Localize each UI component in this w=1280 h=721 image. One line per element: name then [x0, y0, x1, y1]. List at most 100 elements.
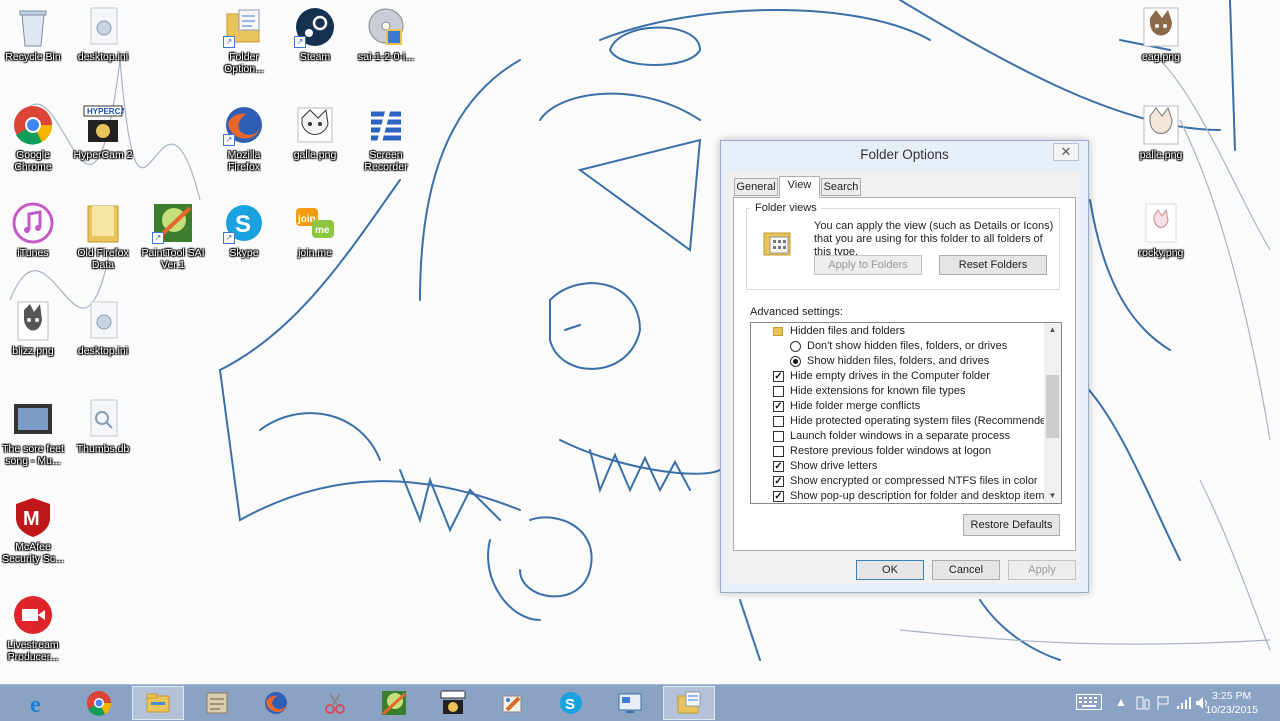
scrollbar-thumb[interactable] — [1046, 375, 1059, 438]
desktop-icon-thumbs-db[interactable]: Thumbs.db — [66, 394, 140, 455]
restore-defaults-button[interactable]: Restore Defaults — [963, 514, 1060, 536]
apply-button[interactable]: Apply — [1008, 560, 1076, 580]
taskbar-paint[interactable] — [486, 686, 538, 720]
close-icon[interactable]: ✕ — [1053, 143, 1079, 161]
taskbar-control-panel[interactable] — [191, 686, 243, 720]
scroll-down-icon[interactable]: ▼ — [1044, 489, 1061, 503]
desktop-icon-desktop-ini-2[interactable]: desktop.ini — [66, 296, 140, 357]
apply-to-folders-button[interactable]: Apply to Folders — [814, 255, 922, 275]
radio-show-hidden[interactable]: Show hidden files, folders, and drives — [790, 354, 989, 369]
mcafee-icon: M — [12, 496, 54, 538]
checkbox-hide-extensions[interactable]: Hide extensions for known file types — [773, 384, 965, 399]
taskbar-file-explorer[interactable] — [132, 686, 184, 720]
settings-file-icon — [82, 300, 124, 342]
checkbox-hide-empty-drives[interactable]: ✓ Hide empty drives in the Computer folde… — [773, 369, 990, 384]
taskbar-skype[interactable]: S — [545, 686, 597, 720]
svg-text:me: me — [315, 225, 330, 236]
reset-folders-button[interactable]: Reset Folders — [939, 255, 1047, 275]
itunes-icon — [12, 202, 54, 244]
cancel-button[interactable]: Cancel — [932, 560, 1000, 580]
image-file-icon — [1140, 202, 1182, 244]
checkbox[interactable]: ✓ — [773, 461, 784, 472]
keyboard-icon[interactable] — [1076, 694, 1102, 713]
checkbox-hide-protected-files[interactable]: Hide protected operating system files (R… — [773, 414, 1056, 429]
desktop-icon-blizz-png[interactable]: blizz.png — [0, 296, 70, 357]
ok-button[interactable]: OK — [856, 560, 924, 580]
folder-options-icon — [677, 691, 701, 714]
taskbar-folder-options[interactable] — [663, 686, 715, 720]
vertical-scrollbar[interactable]: ▲ ▼ — [1044, 323, 1061, 503]
desktop-icon-sai-installer[interactable]: sai-1-2-0-i... — [349, 2, 423, 63]
desktop-icon-skype[interactable]: S ↗ Skype — [207, 198, 281, 259]
network-device-icon[interactable] — [1135, 695, 1151, 714]
checkbox[interactable]: ✓ — [773, 401, 784, 412]
desktop-icon-painttool-sai[interactable]: ↗ PaintTool SAI Ver.1 — [136, 198, 210, 271]
list-item: Hidden files and folders — [773, 324, 905, 339]
taskbar-chrome[interactable] — [73, 686, 125, 720]
system-clock[interactable]: 3:25 PM 10/23/2015 — [1205, 689, 1258, 717]
image-file-icon — [1140, 6, 1182, 48]
skype-icon: S — [560, 692, 582, 714]
desktop-icon-palle-png[interactable]: palle.png — [1124, 100, 1198, 161]
desktop-icon-sore-feet-song[interactable]: The sore feet song - Mu... — [0, 394, 70, 467]
desktop-icon-screen-recorder[interactable]: Screen Recorder — [349, 100, 423, 173]
image-file-icon — [12, 300, 54, 342]
firefox-icon: ↗ — [223, 104, 265, 146]
settings-file-icon — [82, 6, 124, 48]
view-tab-pane: Folder views You can apply the view (suc… — [733, 197, 1076, 551]
desktop-icon-galle-png[interactable]: galle.png — [278, 100, 352, 161]
desktop-icon-join-me[interactable]: join me join.me — [278, 198, 352, 259]
chrome-icon — [87, 691, 112, 716]
checkbox[interactable] — [773, 446, 784, 457]
chevron-up-icon[interactable]: ▲ — [1115, 695, 1127, 709]
radio-dont-show-hidden[interactable]: Don't show hidden files, folders, or dri… — [790, 339, 1007, 354]
checkbox-separate-process[interactable]: Launch folder windows in a separate proc… — [773, 429, 1010, 444]
flag-icon[interactable] — [1156, 695, 1170, 714]
folder-icon — [773, 327, 783, 336]
radio-button[interactable] — [790, 341, 801, 352]
checkbox[interactable]: ✓ — [773, 371, 784, 382]
desktop-icon-recycle-bin[interactable]: Recycle Bin — [0, 2, 70, 63]
checkbox-show-drive-letters[interactable]: ✓ Show drive letters — [773, 459, 877, 474]
checkbox[interactable] — [773, 386, 784, 397]
svg-text:HYPERCAM: HYPERCAM — [87, 107, 124, 116]
desktop-icon-livestream-producer[interactable]: Livestream Producer... — [0, 590, 70, 663]
checkbox-restore-windows[interactable]: Restore previous folder windows at logon — [773, 444, 991, 459]
clock-date: 10/23/2015 — [1205, 704, 1258, 716]
desktop-icon-itunes[interactable]: iTunes — [0, 198, 70, 259]
desktop-icon-mozilla-firefox[interactable]: ↗ Mozilla Firefox — [207, 100, 281, 173]
tab-view[interactable]: View — [779, 176, 820, 198]
checkbox[interactable]: ✓ — [773, 476, 784, 487]
checkbox[interactable]: ✓ — [773, 491, 784, 502]
desktop-icon-folder-options[interactable]: ↗ Folder Option... — [207, 2, 281, 75]
tab-general[interactable]: General — [734, 178, 778, 196]
scroll-up-icon[interactable]: ▲ — [1044, 323, 1061, 337]
taskbar-snipping-tool[interactable] — [309, 686, 361, 720]
desktop-icon-old-firefox-data[interactable]: Old Firefox Data — [66, 198, 140, 271]
advanced-settings-list[interactable]: Hidden files and folders Don't show hidd… — [750, 322, 1062, 504]
checkbox-ntfs-color[interactable]: ✓ Show encrypted or compressed NTFS files… — [773, 474, 1038, 489]
taskbar-painttool-sai[interactable] — [368, 686, 420, 720]
tab-search[interactable]: Search — [821, 178, 861, 196]
dialog-title: Folder Options — [860, 147, 949, 162]
desktop-icon-hypercam[interactable]: HYPERCAM HyperCam 2 — [66, 100, 140, 161]
desktop-icon-rocky-png[interactable]: rocky.png — [1124, 198, 1198, 259]
signal-icon[interactable] — [1176, 695, 1192, 714]
folder-views-icon — [763, 229, 793, 257]
taskbar-screen-recorder[interactable] — [604, 686, 656, 720]
desktop-icon-mcafee[interactable]: M McAfee Security Sc... — [0, 492, 70, 565]
taskbar-hypercam[interactable] — [427, 686, 479, 720]
desktop-icon-desktop-ini[interactable]: desktop.ini — [66, 2, 140, 63]
checkbox[interactable] — [773, 416, 784, 427]
desktop-icon-google-chrome[interactable]: Google Chrome — [0, 100, 70, 173]
video-file-icon — [12, 398, 54, 440]
checkbox-hide-merge-conflicts[interactable]: ✓ Hide folder merge conflicts — [773, 399, 920, 414]
taskbar-firefox[interactable] — [250, 686, 302, 720]
checkbox[interactable] — [773, 431, 784, 442]
desktop-icon-steam[interactable]: ↗ Steam — [278, 2, 352, 63]
checkbox-popup-description[interactable]: ✓ Show pop-up description for folder and … — [773, 489, 1050, 503]
desktop-icon-eag-png[interactable]: eag.png — [1124, 2, 1198, 63]
radio-button[interactable] — [790, 356, 801, 367]
taskbar-internet-explorer[interactable]: e — [14, 686, 66, 720]
hypercam-icon — [440, 690, 466, 714]
